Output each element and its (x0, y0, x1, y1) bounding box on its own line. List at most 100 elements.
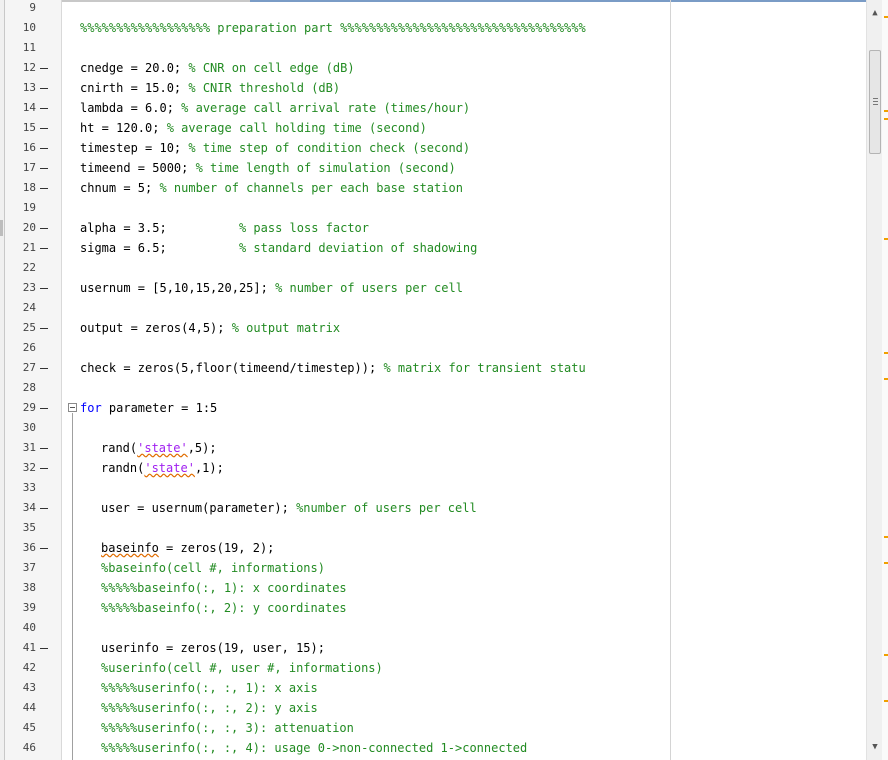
code-line[interactable]: 28 (0, 378, 866, 398)
code-text[interactable]: rand('state',5); (101, 438, 217, 458)
breakpoint-dash-marker[interactable] (40, 648, 48, 649)
code-text[interactable]: output = zeros(4,5); % output matrix (80, 318, 340, 338)
code-text[interactable]: chnum = 5; % number of channels per each… (80, 178, 463, 198)
code-line[interactable]: 21 sigma = 6.5; % standard deviation of s… (0, 238, 866, 258)
warning-marker[interactable] (884, 352, 888, 354)
code-comment: % pass loss factor (238, 221, 369, 235)
code-line[interactable]: 15 ht = 120.0; % average call holding tim… (0, 118, 866, 138)
code-text[interactable]: randn('state',1); (101, 458, 224, 478)
code-line[interactable]: 24 (0, 298, 866, 318)
code-text[interactable]: timestep = 10; % time step of condition … (80, 138, 470, 158)
scrollbar-thumb[interactable] (869, 50, 881, 154)
code-line[interactable]: 9 (0, 0, 866, 18)
code-text[interactable]: %%%%%baseinfo(:, 2): y coordinates (101, 598, 347, 618)
breakpoint-dash-marker[interactable] (40, 108, 48, 109)
code-text[interactable]: alpha = 3.5; % pass loss factor (80, 218, 369, 238)
warning-marker[interactable] (884, 378, 888, 380)
breakpoint-dash-marker[interactable] (40, 188, 48, 189)
code-line[interactable]: 14 lambda = 6.0; % average call arrival r… (0, 98, 866, 118)
code-text[interactable]: %%%%%userinfo(:, :, 4): usage 0->non-con… (101, 738, 527, 758)
code-line[interactable]: 41 userinfo = zeros(19, user, 15); (0, 638, 866, 658)
code-line[interactable]: 13 cnirth = 15.0; % CNIR threshold (dB) (0, 78, 866, 98)
code-text[interactable]: %%%%%userinfo(:, :, 3): attenuation (101, 718, 354, 738)
code-line[interactable]: 32 randn('state',1); (0, 458, 866, 478)
code-line[interactable]: 38 %%%%%baseinfo(:, 1): x coordinates (0, 578, 866, 598)
code-text[interactable]: timeend = 5000; % time length of simulat… (80, 158, 456, 178)
code-line[interactable]: 17 timeend = 5000; % time length of simul… (0, 158, 866, 178)
code-line[interactable]: 27 check = zeros(5,floor(timeend/timestep… (0, 358, 866, 378)
code-text[interactable]: sigma = 6.5; % standard deviation of sha… (80, 238, 477, 258)
warning-marker[interactable] (884, 700, 888, 702)
fold-collapse-icon[interactable] (68, 403, 77, 412)
code-editor[interactable]: 9 10 %%%%%%%%%%%%%%%%%% preparation part %… (0, 0, 888, 760)
code-text[interactable]: usernum = [5,10,15,20,25]; % number of u… (80, 278, 463, 298)
scroll-up-arrow-icon[interactable]: ▲ (867, 6, 883, 20)
code-text[interactable]: %baseinfo(cell #, informations) (101, 558, 325, 578)
breakpoint-dash-marker[interactable] (40, 248, 48, 249)
code-text[interactable]: %%%%%baseinfo(:, 1): x coordinates (101, 578, 347, 598)
code-text[interactable]: %userinfo(cell #, user #, informations) (101, 658, 383, 678)
breakpoint-dash-marker[interactable] (40, 468, 48, 469)
warning-marker[interactable] (884, 562, 888, 564)
breakpoint-dash-marker[interactable] (40, 168, 48, 169)
code-line[interactable]: 46 %%%%%userinfo(:, :, 4): usage 0->non-c… (0, 738, 866, 758)
code-line[interactable]: 40 (0, 618, 866, 638)
code-line[interactable]: 29 for parameter = 1:5 (0, 398, 866, 418)
code-text[interactable]: %%%%%userinfo(:, :, 1): x axis (101, 678, 318, 698)
warning-marker[interactable] (884, 654, 888, 656)
warning-marker[interactable] (884, 16, 888, 18)
code-line[interactable]: 42 %userinfo(cell #, user #, informations… (0, 658, 866, 678)
code-line[interactable]: 25 output = zeros(4,5); % output matrix (0, 318, 866, 338)
code-line[interactable]: 23 usernum = [5,10,15,20,25]; % number of… (0, 278, 866, 298)
breakpoint-dash-marker[interactable] (40, 288, 48, 289)
vertical-scrollbar[interactable]: ▲ ▼ (866, 0, 883, 760)
code-line[interactable]: 20 alpha = 3.5; % pass loss factor (0, 218, 866, 238)
code-line[interactable]: 34 user = usernum(parameter); %number of … (0, 498, 866, 518)
code-text[interactable]: lambda = 6.0; % average call arrival rat… (80, 98, 470, 118)
warning-marker[interactable] (884, 238, 888, 240)
code-line[interactable]: 26 (0, 338, 866, 358)
warning-marker[interactable] (884, 536, 888, 538)
code-line[interactable]: 44 %%%%%userinfo(:, :, 2): y axis (0, 698, 866, 718)
breakpoint-dash-marker[interactable] (40, 88, 48, 89)
breakpoint-dash-marker[interactable] (40, 508, 48, 509)
breakpoint-dash-marker[interactable] (40, 68, 48, 69)
scroll-down-arrow-icon[interactable]: ▼ (867, 740, 883, 754)
code-line[interactable]: 30 (0, 418, 866, 438)
breakpoint-dash-marker[interactable] (40, 128, 48, 129)
code-text[interactable]: cnirth = 15.0; % CNIR threshold (dB) (80, 78, 340, 98)
code-line[interactable]: 12 cnedge = 20.0; % CNR on cell edge (dB) (0, 58, 866, 78)
code-line[interactable]: 31 rand('state',5); (0, 438, 866, 458)
code-line[interactable]: 43 %%%%%userinfo(:, :, 1): x axis (0, 678, 866, 698)
code-line[interactable]: 45 %%%%%userinfo(:, :, 3): attenuation (0, 718, 866, 738)
breakpoint-dash-marker[interactable] (40, 448, 48, 449)
warning-marker[interactable] (884, 118, 888, 120)
code-line[interactable]: 35 (0, 518, 866, 538)
code-text[interactable]: check = zeros(5,floor(timeend/timestep))… (80, 358, 586, 378)
code-text[interactable]: baseinfo = zeros(19, 2); (101, 538, 274, 558)
code-line[interactable]: 36 baseinfo = zeros(19, 2); (0, 538, 866, 558)
code-text[interactable]: ht = 120.0; % average call holding time … (80, 118, 427, 138)
code-line[interactable]: 22 (0, 258, 866, 278)
breakpoint-dash-marker[interactable] (40, 328, 48, 329)
breakpoint-dash-marker[interactable] (40, 368, 48, 369)
code-line[interactable]: 18 chnum = 5; % number of channels per ea… (0, 178, 866, 198)
code-line[interactable]: 16 timestep = 10; % time step of conditio… (0, 138, 866, 158)
code-text[interactable]: cnedge = 20.0; % CNR on cell edge (dB) (80, 58, 355, 78)
code-text[interactable]: for parameter = 1:5 (80, 398, 217, 418)
code-line[interactable]: 39 %%%%%baseinfo(:, 2): y coordinates (0, 598, 866, 618)
breakpoint-dash-marker[interactable] (40, 548, 48, 549)
code-line[interactable]: 11 (0, 38, 866, 58)
warning-marker[interactable] (884, 110, 888, 112)
code-text[interactable]: %%%%%userinfo(:, :, 2): y axis (101, 698, 318, 718)
breakpoint-dash-marker[interactable] (40, 408, 48, 409)
code-text[interactable]: user = usernum(parameter); %number of us… (101, 498, 477, 518)
breakpoint-dash-marker[interactable] (40, 228, 48, 229)
code-line[interactable]: 33 (0, 478, 866, 498)
code-line[interactable]: 37 %baseinfo(cell #, informations) (0, 558, 866, 578)
code-line[interactable]: 10 %%%%%%%%%%%%%%%%%% preparation part %%… (0, 18, 866, 38)
code-text[interactable]: userinfo = zeros(19, user, 15); (101, 638, 325, 658)
code-line[interactable]: 19 (0, 198, 866, 218)
code-text[interactable]: %%%%%%%%%%%%%%%%%% preparation part %%%%… (80, 18, 586, 38)
breakpoint-dash-marker[interactable] (40, 148, 48, 149)
